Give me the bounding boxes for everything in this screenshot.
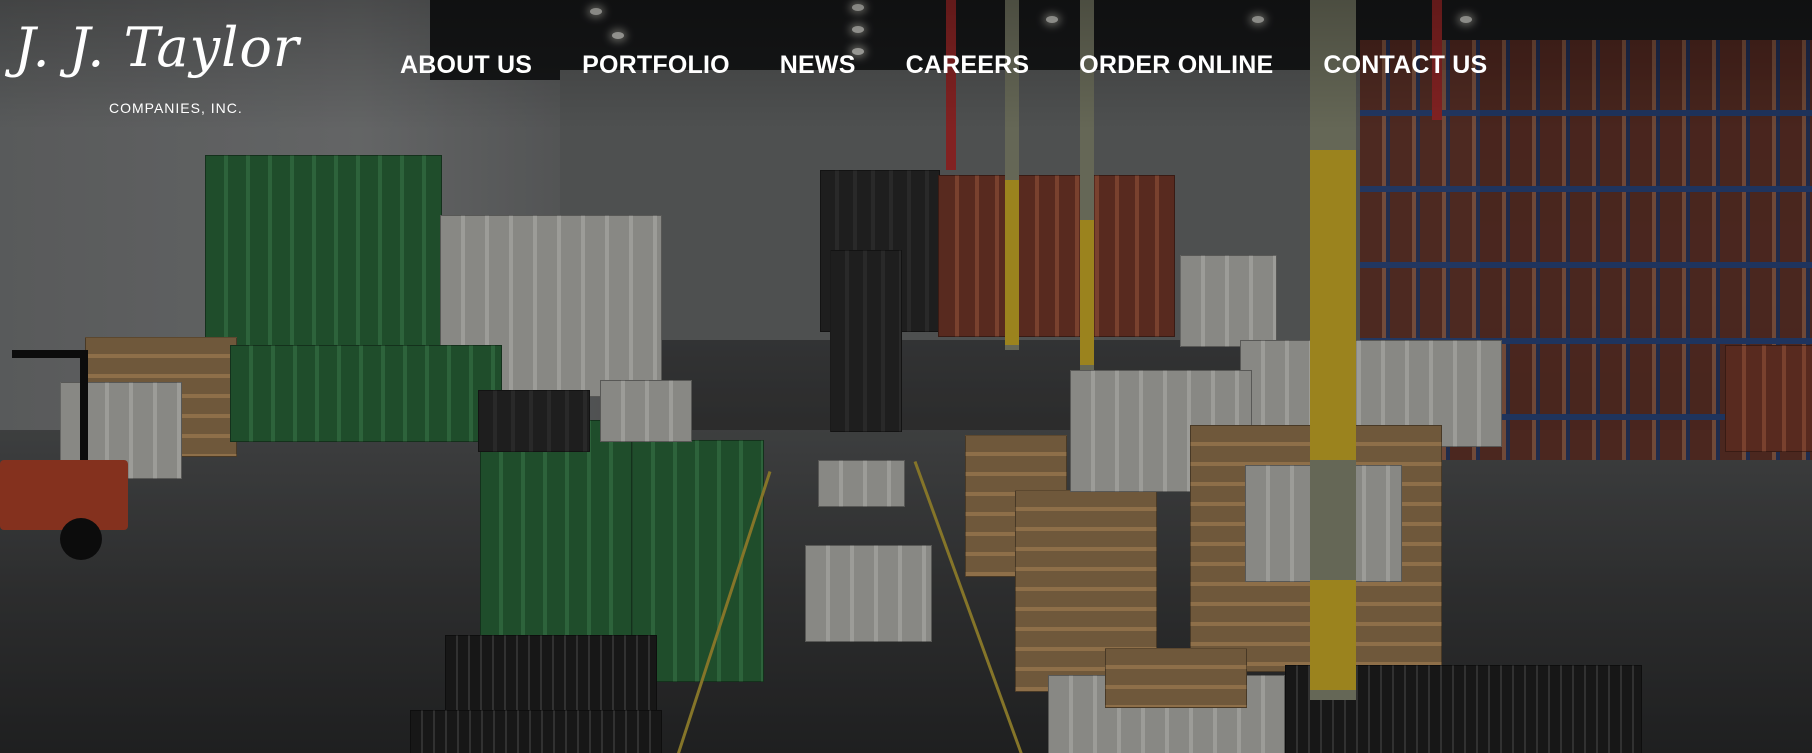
nav-contact-us[interactable]: CONTACT US [1323,51,1487,80]
nav-portfolio[interactable]: PORTFOLIO [582,51,730,80]
nav-about-us[interactable]: ABOUT US [400,51,532,80]
logo-subtitle: COMPANIES, INC. [109,100,243,116]
company-logo[interactable]: J. J. Taylor COMPANIES, INC. [14,8,334,120]
main-navigation: ABOUT US PORTFOLIO NEWS CAREERS ORDER ON… [400,48,1487,82]
logo-wordmark: J. J. Taylor [14,16,300,79]
nav-order-online[interactable]: ORDER ONLINE [1079,51,1273,80]
hero-banner: J. J. Taylor COMPANIES, INC. ABOUT US PO… [0,0,1812,753]
nav-news[interactable]: NEWS [780,51,856,80]
nav-careers[interactable]: CAREERS [906,51,1030,80]
